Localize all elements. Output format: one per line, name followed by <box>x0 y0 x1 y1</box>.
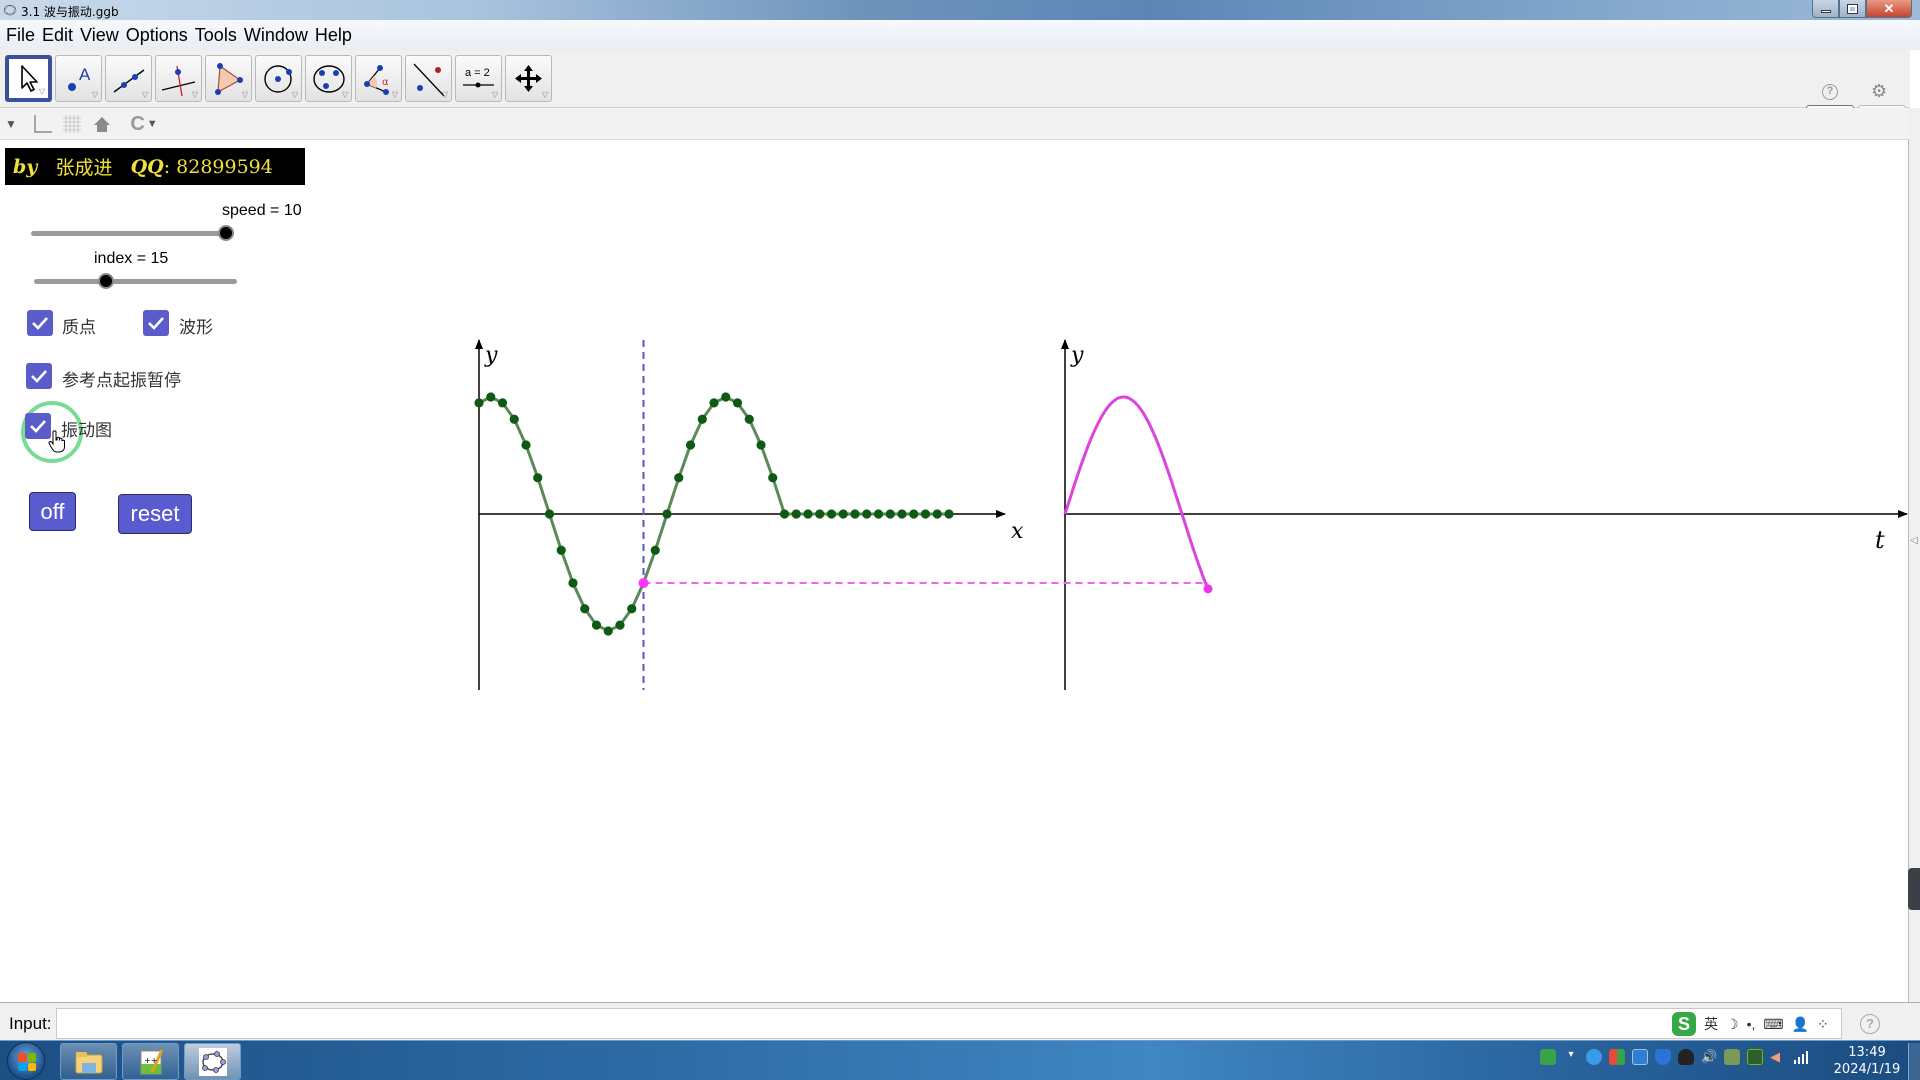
wave-particle[interactable] <box>732 398 743 408</box>
system-tray: ▾ 🔊 ◀ <box>1540 1049 1809 1065</box>
wave-particle[interactable] <box>591 620 602 630</box>
wave-particle[interactable] <box>486 392 496 402</box>
wave-x-axis-label: x <box>1011 519 1024 544</box>
geogebra-app-icon <box>198 1047 227 1076</box>
wave-particle[interactable] <box>885 509 895 519</box>
ime-language-toggle[interactable]: 英 <box>1704 1014 1718 1034</box>
sogou-ime-icon[interactable] <box>1540 1049 1556 1065</box>
wave-particle[interactable] <box>768 473 778 483</box>
wave-particle[interactable] <box>815 509 825 519</box>
wave-particle[interactable] <box>932 509 942 519</box>
wave-particle[interactable] <box>721 392 731 402</box>
ime-user-icon[interactable]: 👤 <box>1792 1016 1809 1033</box>
onedrive-icon[interactable] <box>1586 1049 1602 1065</box>
wave-particle[interactable] <box>580 604 590 614</box>
windows-logo-icon <box>18 1053 36 1071</box>
wave-particle[interactable] <box>615 620 625 630</box>
side-scroll-handle[interactable] <box>1908 868 1920 910</box>
start-button[interactable] <box>7 1042 45 1080</box>
collapse-panel-icon[interactable]: ◁ <box>1910 535 1918 546</box>
wave-particle[interactable] <box>544 509 555 519</box>
wave-particle[interactable] <box>509 414 519 424</box>
wave-particle[interactable] <box>826 509 837 519</box>
nvidia-icon[interactable] <box>1747 1049 1763 1065</box>
wave-y-axis-label: y <box>484 343 498 368</box>
wave-particle[interactable] <box>873 509 884 519</box>
wave-particle[interactable] <box>791 509 801 519</box>
wave-particle[interactable] <box>650 545 660 555</box>
vib-t-axis-label: t <box>1875 526 1885 554</box>
system-clock[interactable]: 13:49 2024/1/19 <box>1832 1044 1902 1078</box>
wave-particle[interactable] <box>920 509 931 519</box>
wave-particle[interactable] <box>497 398 508 408</box>
wave-particle[interactable] <box>474 398 484 408</box>
wave-particle[interactable] <box>697 414 707 424</box>
wave-particle[interactable] <box>685 440 696 450</box>
wave-particle[interactable] <box>909 509 919 519</box>
app-tile-icon[interactable] <box>1609 1049 1625 1065</box>
vib-y-axis-label: y <box>1070 343 1084 368</box>
input-help-icon[interactable]: ? <box>1860 1014 1880 1034</box>
wave-particle[interactable] <box>850 509 860 519</box>
wave-particle[interactable] <box>662 509 672 519</box>
ime-toolbar: S 英 ☽ •, ⌨ 👤 ⁘ <box>1672 1012 1829 1036</box>
wave-particle[interactable] <box>897 509 907 519</box>
show-hidden-icons-icon[interactable]: ▾ <box>1563 1049 1579 1065</box>
folder-icon <box>75 1051 102 1073</box>
clock-time: 13:49 <box>1848 1045 1886 1060</box>
wave-particle[interactable] <box>556 545 566 555</box>
taskbar-file-explorer[interactable] <box>60 1043 117 1080</box>
taskbar: ++ ▾ 🔊 ◀ 13:49 2024/1/19 <box>0 1040 1920 1080</box>
svg-text:++: ++ <box>144 1056 157 1065</box>
ime-punctuation-icon[interactable]: •, <box>1747 1016 1756 1032</box>
vibration-current-point <box>1203 584 1213 594</box>
network-status-icon[interactable] <box>1724 1049 1740 1065</box>
clock-date: 2024/1/19 <box>1833 1062 1901 1077</box>
wave-particle[interactable] <box>627 604 637 614</box>
qq-penguin-icon[interactable] <box>1678 1049 1694 1065</box>
wave-particle[interactable] <box>779 509 790 519</box>
wave-particle[interactable] <box>709 398 719 408</box>
wave-particle[interactable] <box>603 626 613 636</box>
wave-particle[interactable] <box>838 509 848 519</box>
wave-particle[interactable] <box>744 414 754 424</box>
taskbar-geogebra[interactable] <box>184 1043 241 1080</box>
taskbar-notepad-plus-plus[interactable]: ++ <box>122 1043 179 1080</box>
ime-keyboard-icon[interactable]: ⌨ <box>1763 1016 1783 1033</box>
wave-graph: y x <box>474 339 1024 690</box>
show-desktop-button[interactable] <box>1908 1043 1920 1080</box>
speaker-icon[interactable]: ◀ <box>1770 1049 1786 1065</box>
security-shield-icon[interactable] <box>1655 1049 1671 1065</box>
input-bar: Input: S 英 ☽ •, ⌨ 👤 ⁘ ? <box>0 1002 1920 1044</box>
geogebra-window: 3.1 波与振动.ggb ✕ File Edit View Options To… <box>0 0 1920 1080</box>
wave-particle[interactable] <box>568 578 578 588</box>
input-field[interactable] <box>56 1008 1842 1039</box>
ime-moon-icon[interactable]: ☽ <box>1726 1016 1739 1033</box>
sogou-logo-icon[interactable]: S <box>1672 1012 1696 1036</box>
wave-particle[interactable] <box>756 440 766 450</box>
reference-particle <box>638 578 649 589</box>
wave-particle[interactable] <box>521 440 531 450</box>
wave-plots: y x y t <box>474 339 1908 690</box>
notepad-plus-plus-icon: ++ <box>140 1048 163 1074</box>
wave-particle[interactable] <box>803 509 813 519</box>
vibration-curve <box>1063 395 1210 590</box>
wave-particle[interactable] <box>862 509 872 519</box>
ime-menu-icon[interactable]: ⁘ <box>1817 1016 1829 1033</box>
volume-icon[interactable]: 🔊 <box>1701 1049 1717 1065</box>
signal-bars-icon[interactable] <box>1793 1049 1809 1065</box>
input-label: Input: <box>9 1014 52 1033</box>
wave-particle[interactable] <box>674 473 684 483</box>
wave-particle[interactable] <box>533 473 543 483</box>
screen-recorder-icon[interactable] <box>1632 1049 1648 1065</box>
wave-particle[interactable] <box>944 509 954 519</box>
